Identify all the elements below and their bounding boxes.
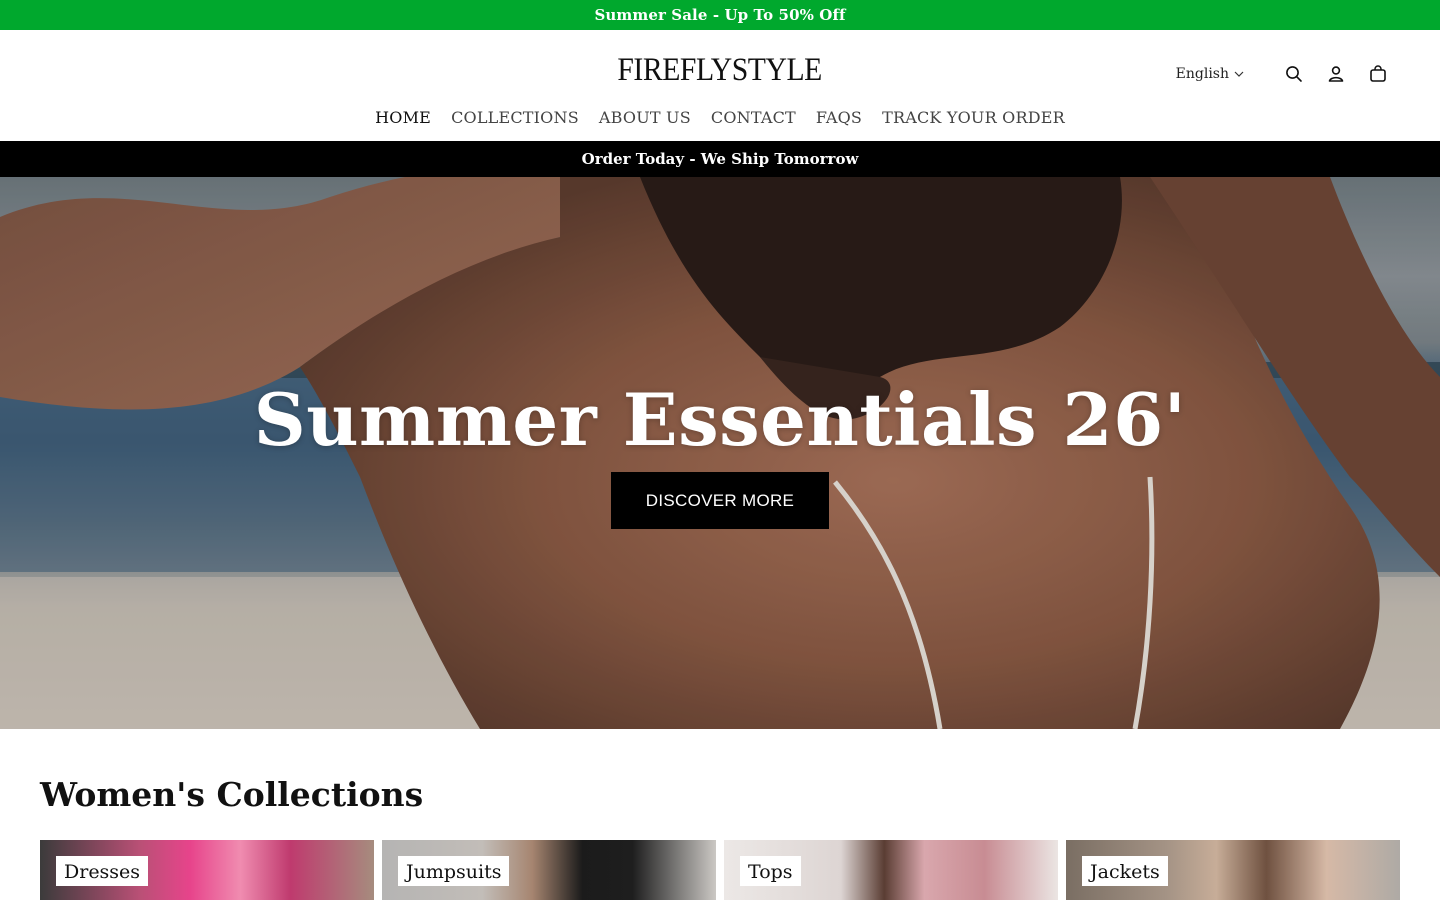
hero-banner: Summer Essentials 26' DISCOVER MORE (0, 177, 1440, 729)
nav-item-track-order[interactable]: TRACK YOUR ORDER (882, 108, 1065, 127)
language-label: English (1175, 66, 1229, 82)
collection-card-tops[interactable]: Tops (724, 840, 1058, 900)
site-header: FIREFLYSTYLE English HOME COLLECTIONS AB… (0, 30, 1440, 141)
search-icon[interactable] (1282, 62, 1306, 86)
chevron-down-icon (1234, 71, 1244, 77)
hero-title: Summer Essentials 26' (253, 377, 1187, 462)
collection-card-jackets[interactable]: Jackets (1066, 840, 1400, 900)
nav-item-home[interactable]: HOME (375, 108, 431, 127)
collection-card-label: Tops (740, 856, 801, 886)
collections-title: Women's Collections (40, 775, 424, 814)
nav-item-about-us[interactable]: ABOUT US (599, 108, 691, 127)
account-icon[interactable] (1324, 62, 1348, 86)
language-selector[interactable]: English (1176, 66, 1244, 82)
main-nav: HOME COLLECTIONS ABOUT US CONTACT FAQS T… (0, 108, 1440, 127)
logo-text: FIREFLYSTYLE (617, 52, 823, 88)
nav-item-collections[interactable]: COLLECTIONS (451, 108, 579, 127)
collection-card-label: Dresses (56, 856, 149, 886)
collection-cards: Dresses Jumpsuits Tops Jackets (40, 840, 1400, 900)
collection-card-jumpsuits[interactable]: Jumpsuits (382, 840, 716, 900)
header-tools: English (1176, 62, 1390, 86)
nav-item-faqs[interactable]: FAQS (816, 108, 862, 127)
cart-icon[interactable] (1366, 62, 1390, 86)
shipping-text: Order Today - We Ship Tomorrow (581, 150, 859, 168)
announcement-bar: Summer Sale - Up To 50% Off (0, 0, 1440, 30)
collection-card-dresses[interactable]: Dresses (40, 840, 374, 900)
collection-card-label: Jumpsuits (398, 856, 510, 886)
nav-item-contact[interactable]: CONTACT (711, 108, 796, 127)
announcement-text: Summer Sale - Up To 50% Off (594, 6, 846, 24)
discover-more-button[interactable]: DISCOVER MORE (611, 472, 829, 529)
collection-card-label: Jackets (1082, 856, 1168, 886)
shipping-bar: Order Today - We Ship Tomorrow (0, 141, 1440, 177)
